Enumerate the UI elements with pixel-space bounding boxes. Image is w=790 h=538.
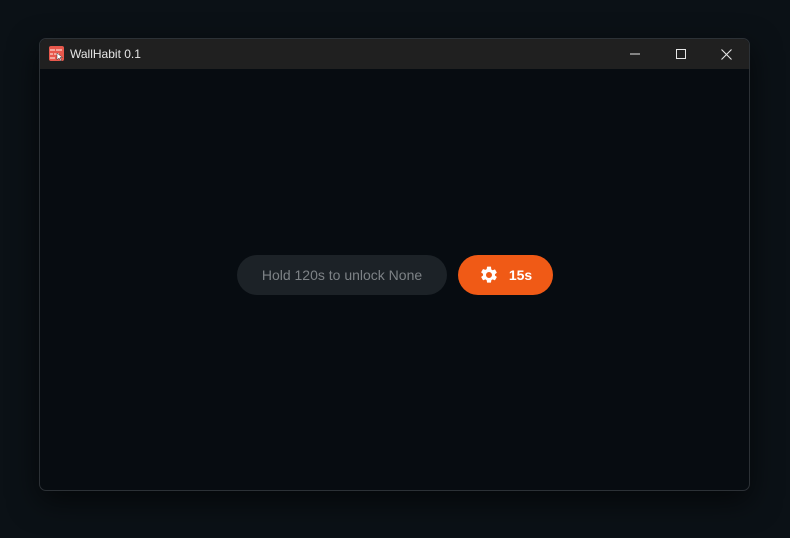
title-bar[interactable]: WallHabit 0.1 bbox=[40, 39, 749, 69]
hold-to-unlock-button[interactable]: Hold 120s to unlock None bbox=[237, 255, 447, 295]
maximize-icon bbox=[676, 49, 686, 59]
timer-settings-button[interactable]: 15s bbox=[458, 255, 553, 295]
timer-label: 15s bbox=[508, 267, 533, 283]
close-button[interactable] bbox=[703, 39, 749, 69]
desktop: WallHabit 0.1 Hold 120s to unlock None 1… bbox=[0, 0, 790, 538]
window-title: WallHabit 0.1 bbox=[70, 47, 141, 61]
close-icon bbox=[720, 48, 732, 60]
maximize-button[interactable] bbox=[658, 39, 704, 69]
minimize-button[interactable] bbox=[612, 39, 658, 69]
app-window: WallHabit 0.1 Hold 120s to unlock None 1… bbox=[39, 38, 750, 491]
gear-icon bbox=[479, 265, 499, 285]
minimize-icon bbox=[630, 49, 640, 59]
hold-to-unlock-label: Hold 120s to unlock None bbox=[261, 267, 423, 283]
app-icon bbox=[49, 46, 64, 62]
main-content: Hold 120s to unlock None 15s bbox=[40, 69, 749, 490]
